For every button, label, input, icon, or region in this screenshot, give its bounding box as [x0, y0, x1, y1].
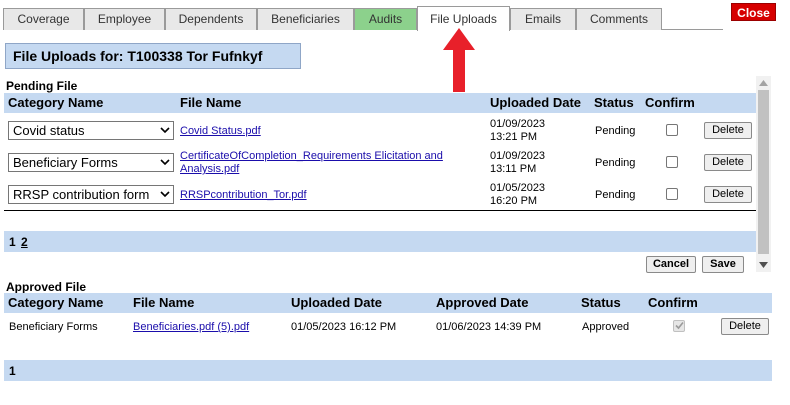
approved-status: Approved [582, 321, 630, 333]
pending-header-status: Status [594, 95, 634, 110]
cancel-button[interactable]: Cancel [646, 256, 696, 273]
approved-uploaded-date: 01/05/2023 16:12 PM [291, 321, 397, 333]
file-link[interactable]: Covid Status.pdf [180, 125, 261, 137]
approved-table-header: Category Name File Name Uploaded Date Ap… [4, 293, 772, 313]
approved-header-confirm: Confirm [648, 295, 698, 310]
approved-header-status: Status [581, 295, 621, 310]
pager-page-1[interactable]: 1 [9, 235, 16, 249]
uploaded-date: 01/09/2023 [490, 150, 546, 162]
table-divider [4, 210, 756, 211]
close-button[interactable]: Close [731, 3, 776, 21]
status-text: Pending [595, 125, 636, 137]
status-text: Pending [595, 189, 636, 201]
tab-comments[interactable]: Comments [576, 8, 662, 30]
file-link-continued[interactable]: Analysis.pdf [180, 163, 239, 175]
tab-beneficiaries[interactable]: Beneficiaries [257, 8, 354, 30]
chevron-down-icon [160, 159, 170, 166]
file-link[interactable]: CertificateOfCompletion_Requirements Eli… [180, 150, 443, 162]
uploaded-time: 13:21 PM [490, 131, 538, 143]
scrollbar-thumb[interactable] [758, 90, 769, 254]
save-button[interactable]: Save [702, 256, 744, 273]
approved-pager-page-1[interactable]: 1 [9, 364, 16, 378]
tab-audits[interactable]: Audits [354, 8, 417, 30]
approved-header-uploaded: Uploaded Date [291, 295, 383, 310]
category-select-row1[interactable]: Covid status [8, 121, 174, 140]
uploaded-time: 13:11 PM [490, 163, 537, 175]
confirm-checkbox[interactable] [666, 188, 678, 200]
approved-section-label: Approved File [6, 280, 87, 294]
uploaded-date: 01/05/2023 [490, 182, 546, 194]
approved-confirm-checkbox [673, 320, 685, 332]
scroll-up-icon[interactable] [759, 80, 768, 86]
confirm-checkbox[interactable] [666, 124, 678, 136]
category-select-value: Beneficiary Forms [13, 155, 118, 170]
pending-pager: 1 2 [4, 231, 756, 252]
approved-delete-button[interactable]: Delete [721, 318, 769, 335]
category-select-row2[interactable]: Beneficiary Forms [8, 153, 174, 172]
page-title: File Uploads for: T100338 Tor Fufnkyf [5, 43, 301, 69]
tab-emails[interactable]: Emails [510, 8, 576, 30]
uploaded-date: 01/09/2023 [490, 118, 546, 130]
scroll-down-icon[interactable] [759, 262, 768, 268]
approved-file-link[interactable]: Beneficiaries.pdf (5).pdf [133, 321, 249, 333]
pending-header-category: Category Name [8, 95, 104, 110]
category-select-value: Covid status [13, 123, 85, 138]
chevron-down-icon [160, 191, 170, 198]
file-link[interactable]: RRSPcontribution_Tor.pdf [180, 189, 307, 201]
status-text: Pending [595, 157, 636, 169]
category-select-row3[interactable]: RRSP contribution form [8, 185, 174, 204]
delete-button[interactable]: Delete [704, 122, 752, 139]
scrollbar[interactable] [756, 76, 771, 272]
approved-header-file: File Name [133, 295, 195, 310]
pager-page-2[interactable]: 2 [21, 235, 28, 249]
checkmark-icon [675, 321, 684, 330]
category-select-value: RRSP contribution form [13, 187, 150, 202]
approved-category: Beneficiary Forms [9, 321, 98, 333]
tab-coverage[interactable]: Coverage [3, 8, 84, 30]
approved-header-approved: Approved Date [436, 295, 529, 310]
approved-approved-date: 01/06/2023 14:39 PM [436, 321, 542, 333]
pending-header-confirm: Confirm [645, 95, 695, 110]
pending-header-uploaded: Uploaded Date [490, 95, 582, 110]
tab-employee[interactable]: Employee [84, 8, 165, 30]
approved-pager: 1 [4, 360, 772, 381]
confirm-checkbox[interactable] [666, 156, 678, 168]
pending-files-panel: Pending File Category Name File Name Upl… [4, 76, 772, 273]
tab-bar: Coverage Employee Dependents Beneficiari… [3, 6, 723, 31]
tab-dependents[interactable]: Dependents [165, 8, 257, 30]
pending-table-header: Category Name File Name Uploaded Date St… [4, 93, 756, 113]
delete-button[interactable]: Delete [704, 154, 752, 171]
uploaded-time: 16:20 PM [490, 195, 538, 207]
chevron-down-icon [160, 127, 170, 134]
approved-header-category: Category Name [8, 295, 104, 310]
pending-section-label: Pending File [6, 79, 78, 93]
pending-header-file: File Name [180, 95, 242, 110]
delete-button[interactable]: Delete [704, 186, 752, 203]
